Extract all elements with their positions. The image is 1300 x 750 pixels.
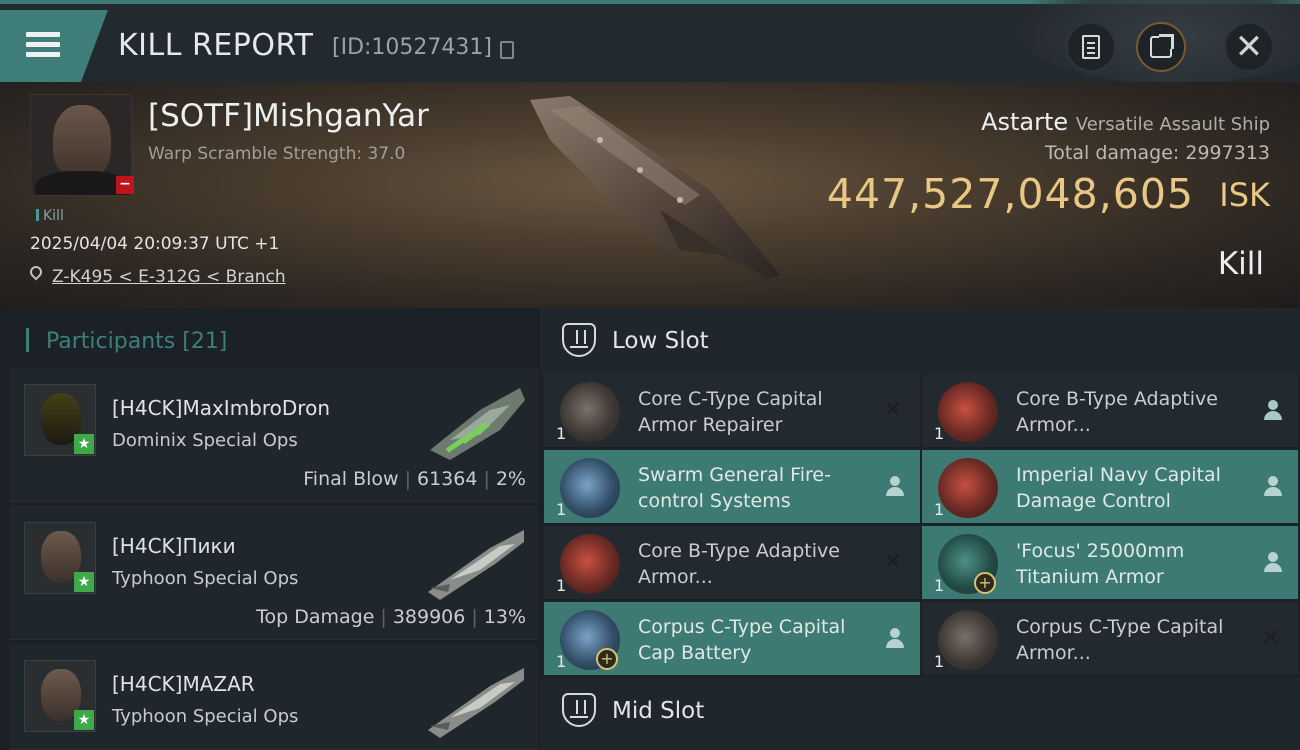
damage-control-icon [938, 458, 998, 518]
armor-repairer-icon [560, 382, 620, 442]
adaptive-armor-icon [938, 382, 998, 442]
location-pin-icon [27, 263, 45, 281]
item-name: Corpus C-Type Capital Armor... [1016, 616, 1224, 664]
copy-icon[interactable] [500, 41, 514, 59]
item-name: Swarm General Fire-control Systems [638, 464, 831, 512]
mid-slot-icon [562, 693, 596, 727]
victim-ship-image[interactable] [510, 90, 800, 290]
add-icon: + [974, 572, 996, 594]
low-slot-header[interactable]: Low Slot [540, 308, 1300, 374]
friendly-standing-icon: ★ [74, 710, 94, 730]
hostile-standing-icon: − [116, 176, 134, 194]
menu-button[interactable] [0, 10, 108, 82]
add-icon: + [596, 648, 618, 670]
item-quantity: 1 [934, 424, 945, 443]
clipboard-button[interactable] [1066, 22, 1116, 72]
item-name: Corpus C-Type Capital Cap Battery [638, 616, 846, 664]
export-icon [1150, 34, 1174, 58]
kill-report-header: KILL REPORT [ID:10527431] ✕ [0, 0, 1300, 84]
item-quantity: 1 [556, 652, 567, 671]
participant-name[interactable]: [H4CK]Пики [112, 534, 236, 558]
low-slot-icon [562, 323, 596, 357]
fitted-item[interactable]: + 1 Corpus C-Type Capital Cap Battery [544, 602, 920, 676]
participant-stats: Final Blow | 61364 | 2% [303, 468, 526, 490]
participants-header[interactable]: Participants [21] [26, 328, 227, 354]
fitted-item[interactable]: 1 Swarm General Fire-control Systems [544, 450, 920, 524]
kill-result: Kill [1217, 246, 1264, 282]
fitted-item[interactable]: + 1 'Focus' 25000mm Titanium Armor [922, 526, 1298, 600]
participant-row[interactable]: ★ [H4CK]MaxImbroDron Dominix Special Ops… [10, 368, 538, 502]
share-button[interactable] [1136, 22, 1186, 72]
adaptive-armor-icon [560, 534, 620, 594]
participant-ship-image [430, 388, 525, 460]
victim-ship-class: Astarte Versatile Assault Ship [981, 108, 1270, 136]
fitted-item[interactable]: 1 Imperial Navy Capital Damage Control [922, 450, 1298, 524]
warp-scramble-strength: Warp Scramble Strength: 37.0 [148, 144, 406, 164]
item-quantity: 1 [934, 500, 945, 519]
fitted-item[interactable]: 1 Core B-Type Adaptive Armor... [922, 374, 1298, 448]
close-icon: ✕ [1261, 626, 1280, 651]
participant-row[interactable]: ★ [H4CK]MAZAR Typhoon Special Ops [10, 644, 538, 750]
person-icon [1264, 400, 1282, 420]
participant-name[interactable]: [H4CK]MaxImbroDron [112, 396, 330, 420]
participants-panel: Participants [21] ★ [H4CK]MaxImbroDron D… [0, 308, 540, 750]
close-icon: ✕ [1234, 27, 1264, 67]
isk-unit: ISK [1219, 176, 1270, 214]
clipboard-icon [1082, 35, 1100, 59]
participant-ship: Dominix Special Ops [112, 430, 298, 451]
participant-ship: Typhoon Special Ops [112, 706, 299, 727]
friendly-standing-icon: ★ [74, 434, 94, 454]
item-quantity: 1 [556, 424, 567, 443]
low-slot-title: Low Slot [612, 328, 709, 354]
armor-repairer-icon [938, 610, 998, 670]
participant-ship-image [428, 668, 524, 738]
mid-slot-title: Mid Slot [612, 698, 705, 724]
kill-tag: Kill [36, 208, 64, 224]
friendly-standing-icon: ★ [74, 572, 94, 592]
item-name: Core C-Type Capital Armor Repairer [638, 388, 823, 436]
fitted-item[interactable]: 1 Corpus C-Type Capital Armor... ✕ [922, 602, 1298, 676]
kill-location-link[interactable]: Z-K495 < E-312G < Branch [52, 267, 286, 287]
victim-name[interactable]: [SOTF]MishganYar [148, 98, 429, 134]
item-name: Core B-Type Adaptive Armor... [1016, 388, 1218, 436]
item-name: Imperial Navy Capital Damage Control [1016, 464, 1221, 512]
item-quantity: 1 [556, 576, 567, 595]
fitted-item[interactable]: 1 Core B-Type Adaptive Armor... ✕ [544, 526, 920, 600]
close-button[interactable]: ✕ [1224, 22, 1274, 72]
item-quantity: 1 [934, 652, 945, 671]
close-icon: ✕ [883, 398, 902, 423]
kill-id: [ID:10527431] [332, 35, 492, 60]
isk-value: 447,527,048,605 [826, 170, 1194, 218]
kill-timestamp: 2025/04/04 20:09:37 UTC +1 [30, 234, 280, 254]
person-icon [1264, 476, 1282, 496]
participant-name[interactable]: [H4CK]MAZAR [112, 672, 255, 696]
person-icon [886, 628, 904, 648]
participant-row[interactable]: ★ [H4CK]Пики Typhoon Special Ops Top Dam… [10, 506, 538, 640]
item-name: 'Focus' 25000mm Titanium Armor [1016, 540, 1185, 588]
participant-ship-image [428, 530, 524, 600]
fitting-panel: Low Slot 1 Core C-Type Capital Armor Rep… [540, 308, 1300, 750]
participant-stats: Top Damage | 389906 | 13% [256, 606, 526, 628]
close-icon: ✕ [883, 550, 902, 575]
hamburger-menu-icon [26, 32, 60, 58]
victim-banner: − [SOTF]MishganYar Warp Scramble Strengt… [0, 82, 1300, 308]
person-icon [1264, 552, 1282, 572]
item-quantity: 1 [934, 576, 945, 595]
item-quantity: 1 [556, 500, 567, 519]
fire-control-icon [560, 458, 620, 518]
item-name: Core B-Type Adaptive Armor... [638, 540, 840, 588]
page-title: KILL REPORT [118, 28, 314, 63]
total-damage: Total damage: 2997313 [1044, 142, 1270, 164]
participant-ship: Typhoon Special Ops [112, 568, 299, 589]
fitted-item[interactable]: 1 Core C-Type Capital Armor Repairer ✕ [544, 374, 920, 448]
person-icon [886, 476, 904, 496]
mid-slot-header[interactable]: Mid Slot [540, 678, 1300, 750]
